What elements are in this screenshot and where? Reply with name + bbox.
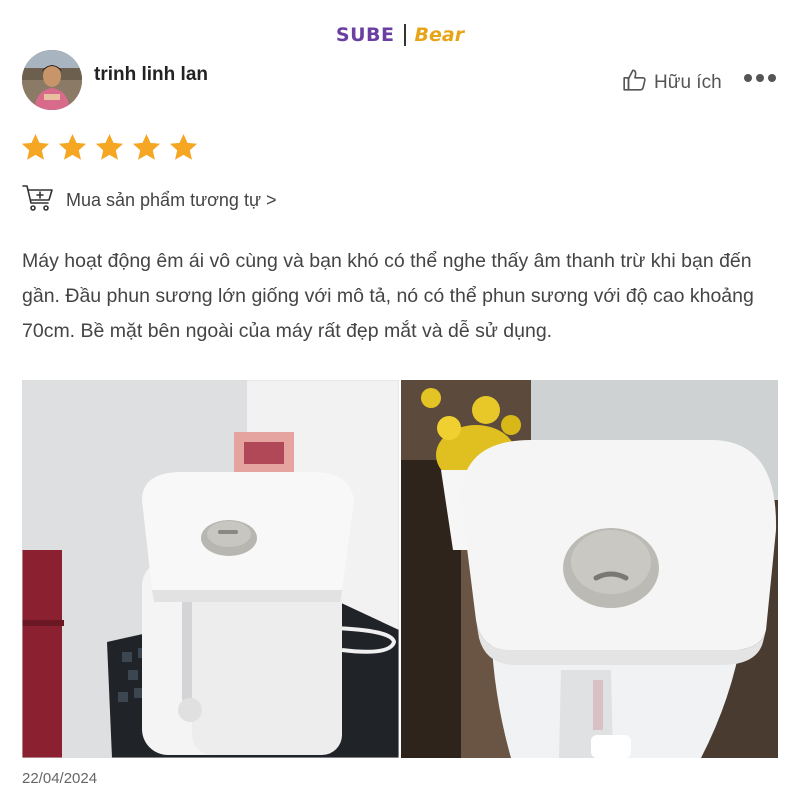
cart-plus-icon (22, 184, 54, 217)
review-photo-1[interactable] (22, 380, 399, 758)
humidifier-photo-closeup (401, 380, 778, 758)
thumbs-up-icon (622, 67, 648, 99)
buy-similar-label: Mua sản phẩm tương tự > (66, 190, 277, 210)
rating-stars (20, 132, 199, 163)
brand-divider (403, 24, 406, 46)
review-date: 22/04/2024 (22, 770, 98, 787)
helpful-label: Hữu ích (654, 72, 722, 93)
star-icon (94, 132, 125, 163)
more-options-icon[interactable] (744, 74, 776, 82)
star-icon (20, 132, 51, 163)
brand-bear-text: Bear (414, 24, 465, 46)
buy-similar-link[interactable]: Mua sản phẩm tương tự > (22, 184, 277, 217)
review-text: Máy hoạt động êm ái vô cùng và bạn khó c… (22, 250, 754, 342)
brand-sube-text: SUBE (335, 24, 395, 46)
helpful-button[interactable]: Hữu ích (622, 67, 722, 99)
brand-logo: SUBE Bear (0, 20, 800, 50)
star-icon (131, 132, 162, 163)
avatar[interactable] (22, 50, 82, 110)
review-photo-2[interactable] (401, 380, 778, 758)
star-icon (57, 132, 88, 163)
humidifier-photo-wide (22, 380, 399, 758)
reviewer-name: trinh linh lan (94, 64, 208, 85)
star-icon (168, 132, 199, 163)
avatar-image (22, 50, 82, 110)
